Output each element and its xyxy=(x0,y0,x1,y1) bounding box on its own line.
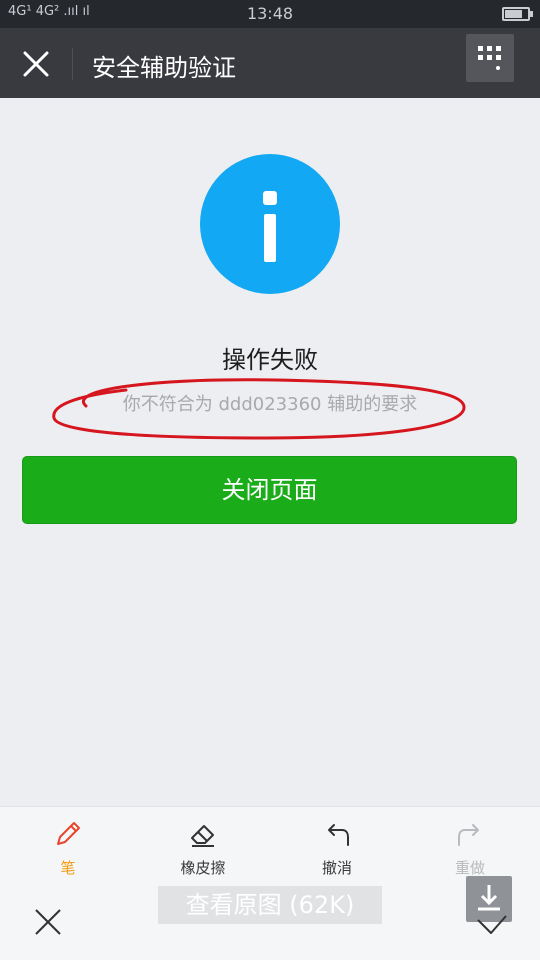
nav-divider xyxy=(72,48,73,80)
status-bar: 4G¹ 4G² .ııl ıl 13:48 xyxy=(0,0,540,28)
pen-label: 笔 xyxy=(60,859,76,877)
page-title: 安全辅助验证 xyxy=(92,54,236,82)
nav-bar: 安全辅助验证 xyxy=(0,28,540,98)
undo-label: 撤消 xyxy=(321,859,352,877)
eraser-label: 橡皮擦 xyxy=(180,859,226,877)
battery-icon xyxy=(502,7,533,21)
page-content: 操作失败 你不符合为 ddd023360 辅助的要求 关闭页面 xyxy=(0,98,540,806)
grid-menu-icon xyxy=(478,46,501,70)
red-annotation-circle xyxy=(52,378,466,440)
redo-tool[interactable]: 重做 xyxy=(430,817,510,878)
result-heading: 操作失败 xyxy=(222,346,318,374)
redo-icon xyxy=(458,824,479,846)
eraser-icon xyxy=(191,825,214,847)
close-page-button[interactable]: 关闭页面 xyxy=(22,456,517,524)
undo-tool[interactable]: 撤消 xyxy=(297,817,377,878)
pen-tool[interactable]: 笔 xyxy=(28,817,108,878)
editor-toolbar: 笔 橡皮擦 撤消 重做 xyxy=(0,806,540,960)
redo-label: 重做 xyxy=(454,859,485,877)
undo-icon xyxy=(328,824,349,846)
close-icon[interactable] xyxy=(14,42,58,86)
pen-icon xyxy=(57,822,80,845)
check-icon[interactable] xyxy=(474,908,510,938)
info-icon xyxy=(200,154,340,294)
clock: 13:48 xyxy=(246,4,294,23)
eraser-tool[interactable]: 橡皮擦 xyxy=(163,817,243,878)
view-original-button[interactable]: 查看原图 (62K) xyxy=(158,886,382,924)
close-icon[interactable] xyxy=(30,904,66,940)
more-menu-button[interactable] xyxy=(466,34,514,82)
